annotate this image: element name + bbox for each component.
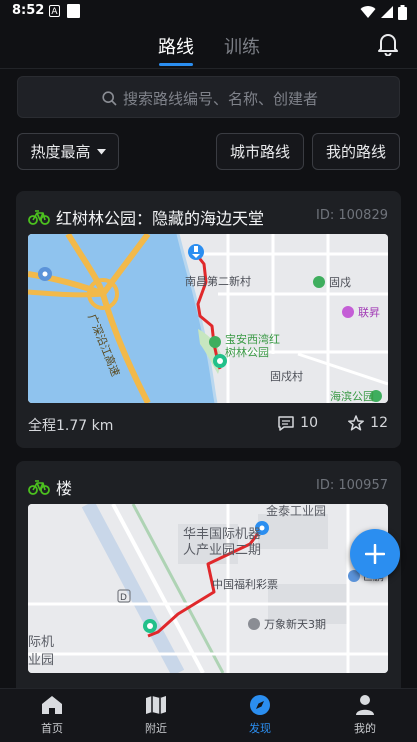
star-icon	[348, 415, 365, 431]
nav-mine-label: 我的	[354, 722, 376, 735]
map-label-d: D	[120, 593, 127, 603]
my-routes-button[interactable]: 我的路线	[312, 133, 400, 170]
sort-dropdown[interactable]: 热度最高	[17, 133, 119, 170]
home-icon	[42, 696, 62, 714]
nav-home[interactable]: 首页	[22, 693, 82, 736]
battery-icon	[398, 4, 407, 20]
city-routes-button[interactable]: 城市路线	[216, 133, 304, 170]
person-icon	[356, 695, 374, 715]
tab-routes[interactable]: 路线	[158, 33, 194, 59]
star-count[interactable]: 12	[348, 415, 388, 431]
map-label-jiyuan-1: 际机	[28, 635, 54, 650]
route-id: ID: 100829	[316, 208, 388, 223]
nav-nearby[interactable]: 附近	[126, 693, 186, 736]
status-icons	[360, 4, 407, 20]
route-map[interactable]: 南昌第二新村 固戍 联昇 宝安西湾红 树林公园 固戍村 海滨公园 广深沿江高速	[28, 234, 388, 403]
nav-mine[interactable]: 我的	[335, 693, 395, 736]
map-label-jintai: 金泰工业园	[266, 504, 326, 518]
route-id: ID: 100957	[316, 478, 388, 493]
route-card[interactable]: 红树林公园：隐藏的海边天堂 ID: 100829 南昌第二新村 固戍 联昇 宝安…	[16, 191, 401, 448]
star-count-value: 12	[370, 415, 388, 431]
status-bar: 8:52 A	[0, 0, 417, 24]
route-title: 红树林公园：隐藏的海边天堂	[56, 209, 265, 228]
map-label-park-1: 宝安西湾红	[225, 332, 280, 346]
map-label-huafeng-1: 华丰国际机器	[183, 527, 261, 542]
map-label-huafeng-2: 人产业园二期	[183, 543, 261, 558]
map-label-gucheng: 固戍	[329, 276, 351, 289]
route-map[interactable]: D 金泰工业园 华丰国际机器 人产业园二期 中国福利彩票 世鹏 万象新天3期 际…	[28, 504, 388, 673]
map-label-lottery: 中国福利彩票	[212, 577, 278, 591]
route-title: 楼	[56, 479, 73, 498]
signal-icon	[381, 6, 393, 18]
add-route-button[interactable]	[350, 529, 400, 579]
map-label-beach: 海滨公园	[330, 389, 374, 403]
bicycle-icon	[28, 479, 50, 495]
top-bar: 路线 训练	[0, 24, 417, 69]
nav-nearby-label: 附近	[145, 722, 167, 735]
active-tab-indicator	[159, 63, 193, 66]
map-label-park-2: 树林公园	[225, 345, 269, 359]
map-icon	[146, 696, 166, 714]
nav-discover[interactable]: 发现	[230, 693, 290, 736]
bottom-nav: 首页 附近 发现 我的	[0, 688, 417, 742]
sort-label: 热度最高	[30, 143, 91, 161]
search-icon	[102, 91, 117, 106]
caret-down-icon	[96, 148, 106, 154]
nav-discover-label: 发现	[249, 722, 271, 735]
notification-a-icon: A	[49, 5, 60, 17]
plus-icon	[365, 544, 385, 564]
status-time: 8:52	[12, 3, 45, 18]
bell-icon[interactable]	[377, 32, 399, 56]
route-card[interactable]: 楼 ID: 100957 D 金泰工业园 华丰国际机器 人产业园二期 中国福利彩…	[16, 461, 401, 701]
search-bar[interactable]: 搜索路线编号、名称、创建者	[17, 76, 400, 118]
tab-training[interactable]: 训练	[224, 33, 260, 59]
comment-count[interactable]: 10	[278, 415, 318, 431]
map-label-lianyu: 联昇	[358, 306, 380, 319]
map-label-village: 南昌第二新村	[185, 274, 251, 288]
bicycle-icon	[28, 209, 50, 225]
nav-home-label: 首页	[41, 722, 63, 735]
map-label-guxu-village: 固戍村	[270, 369, 303, 383]
search-placeholder: 搜索路线编号、名称、创建者	[123, 90, 319, 108]
comment-icon	[278, 415, 294, 431]
comment-count-value: 10	[300, 415, 318, 431]
map-label-wanxiang: 万象新天3期	[264, 617, 326, 631]
wifi-icon	[360, 6, 376, 19]
map-label-jiyuan-2: 业园	[28, 653, 54, 668]
route-distance: 全程1.77 km	[28, 418, 114, 434]
notification-square-icon	[67, 4, 80, 18]
compass-icon	[250, 695, 270, 715]
